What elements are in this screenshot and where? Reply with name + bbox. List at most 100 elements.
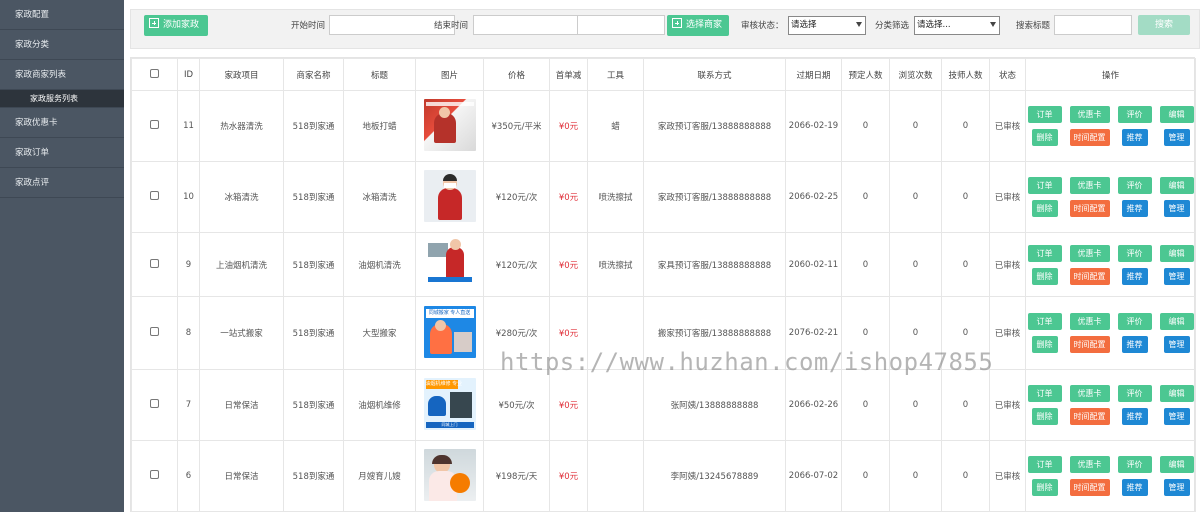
cell-price: ¥120元/次 xyxy=(483,161,550,233)
cell-views: 0 xyxy=(889,296,942,370)
order-button[interactable]: 订单 xyxy=(1027,385,1062,402)
delete-button[interactable]: 删除 xyxy=(1031,479,1058,496)
sidebar-item-config[interactable]: 家政配置 xyxy=(0,0,124,30)
rate-button[interactable]: 评价 xyxy=(1117,456,1152,473)
delete-button[interactable]: 删除 xyxy=(1031,267,1058,285)
delete-button[interactable]: 删除 xyxy=(1031,336,1058,353)
coupon-button[interactable]: 优惠卡 xyxy=(1069,244,1110,262)
time-config-button[interactable]: 时间配置 xyxy=(1069,479,1110,496)
manage-button[interactable]: 管理 xyxy=(1163,267,1190,285)
sidebar-item-reviews[interactable]: 家政点评 xyxy=(0,168,124,198)
recommend-button[interactable]: 推荐 xyxy=(1121,200,1148,217)
row-select[interactable] xyxy=(131,440,178,512)
cell-expire: 2066-07-02 xyxy=(785,440,842,512)
manage-button[interactable]: 管理 xyxy=(1163,129,1190,146)
merchant-input[interactable] xyxy=(577,15,665,35)
review-status-select[interactable]: 请选择 xyxy=(788,16,866,35)
cell-id: 8 xyxy=(177,296,200,370)
sidebar-item-category[interactable]: 家政分类 xyxy=(0,30,124,60)
manage-button[interactable]: 管理 xyxy=(1163,479,1190,496)
sidebar-item-merchant-list[interactable]: 家政商家列表 xyxy=(0,60,124,90)
table-row: 8 一站式搬家 518到家通 大型搬家 同城搬家 专人直送 ¥280元/次 ¥0元 搬家预订客… xyxy=(131,296,1196,370)
add-service-button[interactable]: 添加家政 xyxy=(144,15,208,36)
rate-button[interactable]: 评价 xyxy=(1117,385,1152,402)
cell-merchant: 518到家通 xyxy=(283,440,344,512)
header-views: 浏览次数 xyxy=(889,58,942,91)
rate-button[interactable]: 评价 xyxy=(1117,313,1152,330)
row-checkbox[interactable] xyxy=(150,399,159,408)
header-booked: 预定人数 xyxy=(841,58,890,91)
coupon-button[interactable]: 优惠卡 xyxy=(1069,456,1110,473)
manage-button[interactable]: 管理 xyxy=(1163,200,1190,217)
manage-button[interactable]: 管理 xyxy=(1163,336,1190,353)
order-button[interactable]: 订单 xyxy=(1027,313,1062,330)
chevron-down-icon xyxy=(856,22,862,27)
cell-project: 日常保洁 xyxy=(199,440,284,512)
time-config-button[interactable]: 时间配置 xyxy=(1069,267,1110,285)
cell-techs: 0 xyxy=(941,369,990,441)
rate-button[interactable]: 评价 xyxy=(1117,177,1152,194)
recommend-button[interactable]: 推荐 xyxy=(1121,408,1148,425)
rate-button[interactable]: 评价 xyxy=(1117,244,1152,262)
recommend-button[interactable]: 推荐 xyxy=(1121,129,1148,146)
order-button[interactable]: 订单 xyxy=(1027,456,1062,473)
cell-price: ¥350元/平米 xyxy=(483,90,550,162)
row-select[interactable] xyxy=(131,161,178,233)
category-filter-select[interactable]: 请选择... xyxy=(914,16,1000,35)
cell-first-discount: ¥0元 xyxy=(549,90,588,162)
delete-button[interactable]: 删除 xyxy=(1031,200,1058,217)
row-select[interactable] xyxy=(131,90,178,162)
sidebar-item-service-list[interactable]: 家政服务列表 xyxy=(0,90,124,108)
coupon-button[interactable]: 优惠卡 xyxy=(1069,313,1110,330)
coupon-button[interactable]: 优惠卡 xyxy=(1069,385,1110,402)
search-title-input[interactable] xyxy=(1054,15,1132,35)
row-checkbox[interactable] xyxy=(150,120,159,129)
sidebar-item-coupon[interactable]: 家政优惠卡 xyxy=(0,108,124,138)
time-config-button[interactable]: 时间配置 xyxy=(1069,336,1110,353)
rate-button[interactable]: 评价 xyxy=(1117,106,1152,123)
row-checkbox[interactable] xyxy=(150,191,159,200)
order-button[interactable]: 订单 xyxy=(1027,177,1062,194)
recommend-button[interactable]: 推荐 xyxy=(1121,479,1148,496)
plus-icon xyxy=(149,18,159,28)
cell-first-discount: ¥0元 xyxy=(549,296,588,370)
cell-title: 大型搬家 xyxy=(343,296,416,370)
row-select[interactable] xyxy=(131,232,178,297)
cell-contact: 李阿姨/13245678889 xyxy=(643,440,786,512)
review-status-label: 审核状态： xyxy=(741,21,784,31)
coupon-button[interactable]: 优惠卡 xyxy=(1069,106,1110,123)
edit-button[interactable]: 编辑 xyxy=(1159,106,1194,123)
time-config-button[interactable]: 时间配置 xyxy=(1069,408,1110,425)
thumb-footer-text: 同城上门 xyxy=(425,421,474,428)
cell-contact: 搬家预订客服/13888888888 xyxy=(643,296,786,370)
edit-button[interactable]: 编辑 xyxy=(1159,313,1194,330)
edit-button[interactable]: 编辑 xyxy=(1159,177,1194,194)
cell-image xyxy=(415,440,484,512)
recommend-button[interactable]: 推荐 xyxy=(1121,267,1148,285)
delete-button[interactable]: 删除 xyxy=(1031,408,1058,425)
search-title-label: 搜索标题 xyxy=(1016,21,1051,31)
order-button[interactable]: 订单 xyxy=(1027,106,1062,123)
header-select-all[interactable] xyxy=(131,58,178,91)
search-button[interactable]: 搜索 xyxy=(1138,15,1190,35)
coupon-button[interactable]: 优惠卡 xyxy=(1069,177,1110,194)
row-select[interactable] xyxy=(131,369,178,441)
row-select[interactable] xyxy=(131,296,178,370)
edit-button[interactable]: 编辑 xyxy=(1159,244,1194,262)
manage-button[interactable]: 管理 xyxy=(1163,408,1190,425)
delete-button[interactable]: 删除 xyxy=(1031,129,1058,146)
row-checkbox[interactable] xyxy=(150,258,159,268)
recommend-button[interactable]: 推荐 xyxy=(1121,336,1148,353)
edit-button[interactable]: 编辑 xyxy=(1159,456,1194,473)
row-checkbox[interactable] xyxy=(150,470,159,479)
time-config-button[interactable]: 时间配置 xyxy=(1069,129,1110,146)
category-filter-label: 分类筛选 xyxy=(875,21,910,31)
order-button[interactable]: 订单 xyxy=(1027,244,1062,262)
sidebar-item-orders[interactable]: 家政订单 xyxy=(0,138,124,168)
edit-button[interactable]: 编辑 xyxy=(1159,385,1194,402)
cell-price: ¥50元/次 xyxy=(483,369,550,441)
time-config-button[interactable]: 时间配置 xyxy=(1069,200,1110,217)
select-merchant-button[interactable]: 选择商家 xyxy=(667,15,729,36)
select-all-checkbox[interactable] xyxy=(150,68,159,78)
row-checkbox[interactable] xyxy=(150,327,159,336)
